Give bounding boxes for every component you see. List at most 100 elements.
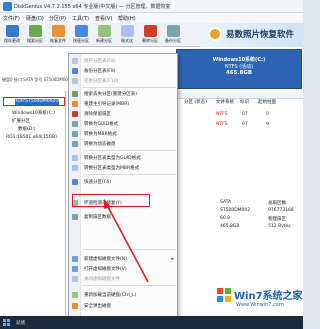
mbr-icon xyxy=(72,101,78,107)
partition-fs: NTFS (活动) xyxy=(224,64,254,70)
clear-icon xyxy=(72,111,78,117)
menu-view[interactable]: 查看(V) xyxy=(95,15,112,22)
backup-icon xyxy=(72,68,78,74)
detail-label: ST500DM002 xyxy=(220,208,251,213)
menu-item-reload-disk[interactable]: 重新加载当前硬盘(Ctrl_L) xyxy=(69,290,177,300)
app-icon xyxy=(3,2,12,11)
taskbar: 就绪 xyxy=(0,316,303,329)
recover-icon xyxy=(51,25,65,37)
menu-item-save-partition-table[interactable]: 保存分区表(F8) xyxy=(69,56,177,66)
chevron-right-icon: ▸ xyxy=(171,256,174,262)
disk-details: SATA ST500DM002 60.8 465.8GB 总扇区数: 97677… xyxy=(180,200,300,260)
virtual-disk-icon xyxy=(72,256,78,262)
quick-partition-icon xyxy=(74,25,88,37)
quick-partition-button[interactable]: 快速分区 xyxy=(71,24,91,46)
menu-separator xyxy=(83,87,176,88)
partition-name: Windows10系统(C:) xyxy=(212,57,266,63)
menu-item-close-virtual-disk[interactable]: 关闭虚拟磁盘文件 xyxy=(69,274,177,284)
watermark: Win7系统之家 Www.Winwin7.com xyxy=(214,283,303,316)
menu-separator xyxy=(83,150,176,151)
tree-item-rd1[interactable]: RD1:18501 x64(15GB) xyxy=(6,135,57,140)
start-icon[interactable] xyxy=(3,319,10,326)
save-button[interactable]: 保存更改 xyxy=(2,24,22,46)
new-partition-icon xyxy=(97,25,111,37)
windows-logo-icon xyxy=(217,288,231,302)
disk-tree: HD0:ST500DM002(466GB) Windows10系统(C:) 扩展… xyxy=(0,91,74,316)
table-cell: 07 xyxy=(242,122,248,127)
delete-partition-button[interactable]: 删除分区 xyxy=(140,24,160,46)
save-icon xyxy=(5,25,19,37)
menu-bar: 文件(F) 硬盘(D) 分区(P) 工具(T) 查看(V) 帮助(H) xyxy=(0,13,303,23)
convert-icon xyxy=(72,131,78,137)
menu-separator xyxy=(83,249,176,250)
search-icon xyxy=(72,91,78,97)
ad-banner[interactable]: 易数照片恢复软件 xyxy=(200,23,303,47)
copy-icon xyxy=(72,214,78,220)
detail-value: 总扇区数: xyxy=(268,201,288,206)
col-header-start: 起始柱面 xyxy=(258,100,276,105)
menu-item-new-virtual-disk[interactable]: 新建虚拟磁盘文件(N) ▸ xyxy=(69,254,177,264)
table-cell: 07 xyxy=(242,112,248,117)
menu-help[interactable]: 帮助(H) xyxy=(118,15,136,22)
eject-icon xyxy=(72,303,78,309)
detail-value: 976773168 xyxy=(268,208,294,213)
menu-item-backup-partition-table[interactable]: 备份分区表(F9) xyxy=(69,66,177,76)
partition-block[interactable]: Windows10系统(C:) NTFS (活动) 465.8GB xyxy=(176,49,302,89)
menu-item-eject-disk[interactable]: 安全弹出磁盘 xyxy=(69,301,177,311)
tree-item-extended[interactable]: 扩展分区 xyxy=(12,118,30,124)
search-icon xyxy=(28,25,42,37)
recover-files-button[interactable]: 恢复文件 xyxy=(48,24,68,46)
table-row[interactable]: NTFS xyxy=(216,112,227,117)
format-icon xyxy=(120,25,134,37)
menu-item-open-virtual-disk[interactable]: 打开虚拟磁盘文件(V) xyxy=(69,264,177,274)
detail-value: 物理扇区: xyxy=(268,217,288,222)
detail-value: 512 Bytes xyxy=(268,224,291,229)
menu-disk[interactable]: 硬盘(D) xyxy=(26,15,44,22)
table-row[interactable]: NTFS xyxy=(216,122,227,127)
save-icon xyxy=(72,58,78,64)
window-title: DiskGenius V4.7.2.155 x64 专业版(中文版) — 分区管… xyxy=(14,4,171,10)
menu-separator xyxy=(83,285,176,286)
close-icon xyxy=(72,276,78,282)
detail-label: 60.8 xyxy=(220,216,231,221)
new-partition-button[interactable]: 新建分区 xyxy=(94,24,114,46)
tree-item-c[interactable]: Windows10系统(C:) xyxy=(12,110,55,116)
menu-file[interactable]: 文件(F) xyxy=(3,15,20,22)
menu-item-rebuild-mbr[interactable]: 重建主引导记录(MBR) xyxy=(69,99,177,109)
convert-icon xyxy=(72,121,78,127)
search-partition-button[interactable]: 搜索分区 xyxy=(25,24,45,46)
quick-partition-icon xyxy=(72,179,78,185)
tree-item-d[interactable]: 数据(D:) xyxy=(18,126,36,132)
table-icon xyxy=(72,155,78,161)
menu-item-convert-table-guid[interactable]: 转换分区表类型为GUID格式 xyxy=(69,153,177,163)
menu-partition[interactable]: 分区(P) xyxy=(49,15,66,22)
menu-item-convert-mbr[interactable]: 转换为MBR格式 xyxy=(69,129,177,139)
menu-tools[interactable]: 工具(T) xyxy=(72,15,89,22)
col-header-partition: 分区 (状态) xyxy=(184,100,207,105)
menu-item-copy-sectors[interactable]: 复制扇区数据 xyxy=(69,212,177,222)
col-header-fs: 文件系统 xyxy=(216,100,234,105)
restore-icon xyxy=(72,78,78,84)
convert-icon xyxy=(72,141,78,147)
menu-item-clear-reserved-sectors[interactable]: 清除保留扇区 xyxy=(69,109,177,119)
format-button[interactable]: 格式化 xyxy=(117,24,137,46)
backup-partition-button[interactable]: 备份分区 xyxy=(163,24,183,46)
table-icon xyxy=(72,165,78,171)
watermark-url: Www.Winwin7.com xyxy=(236,302,284,308)
detail-label: SATA xyxy=(220,200,232,205)
disk-highlight-box xyxy=(3,97,65,106)
detail-label: 465.8GB xyxy=(220,224,240,229)
menu-item-search-lost-partitions[interactable]: 搜索丢失分区(重建分区表) xyxy=(69,89,177,99)
menu-separator xyxy=(83,174,176,175)
highlight-box xyxy=(72,194,150,207)
banner-text: 易数照片恢复软件 xyxy=(226,30,295,40)
menu-item-restore-partition-table[interactable]: 还原分区表(F10) xyxy=(69,76,177,86)
delete-icon xyxy=(143,25,157,37)
menu-item-convert-guid[interactable]: 转换为GUID格式 xyxy=(69,119,177,129)
menu-item-quick-partition[interactable]: 快速分区(F6) xyxy=(69,177,177,187)
reload-icon xyxy=(72,292,78,298)
menu-item-convert-table-mbr[interactable]: 转换分区表类型为MBR格式 xyxy=(69,163,177,173)
backup-icon xyxy=(166,25,180,37)
status-text: 就绪 xyxy=(16,321,25,326)
menu-item-convert-dynamic[interactable]: 转换为动态磁盘 xyxy=(69,139,177,149)
